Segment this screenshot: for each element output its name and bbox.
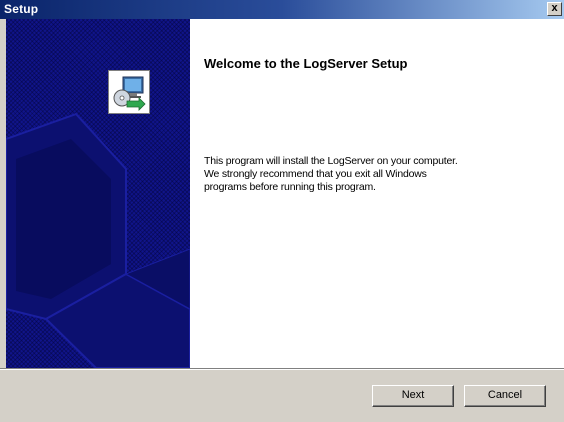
window-title: Setup bbox=[4, 2, 39, 16]
welcome-heading: Welcome to the LogServer Setup bbox=[204, 56, 408, 71]
side-banner-panel bbox=[6, 19, 190, 368]
footer-divider bbox=[0, 368, 564, 370]
next-button[interactable]: Next bbox=[372, 385, 454, 407]
installer-computer-icon bbox=[108, 70, 150, 114]
decorative-computer-silhouette bbox=[6, 112, 190, 368]
welcome-content-area: Welcome to the LogServer Setup This prog… bbox=[190, 19, 564, 368]
welcome-description: This program will install the LogServer … bbox=[204, 155, 458, 193]
title-bar[interactable]: Setup x bbox=[0, 0, 564, 19]
close-button[interactable]: x bbox=[547, 2, 562, 16]
setup-window: Setup x Welcome to the LogServer Setup T… bbox=[0, 0, 564, 422]
close-icon: x bbox=[551, 2, 558, 14]
cancel-button[interactable]: Cancel bbox=[464, 385, 546, 407]
